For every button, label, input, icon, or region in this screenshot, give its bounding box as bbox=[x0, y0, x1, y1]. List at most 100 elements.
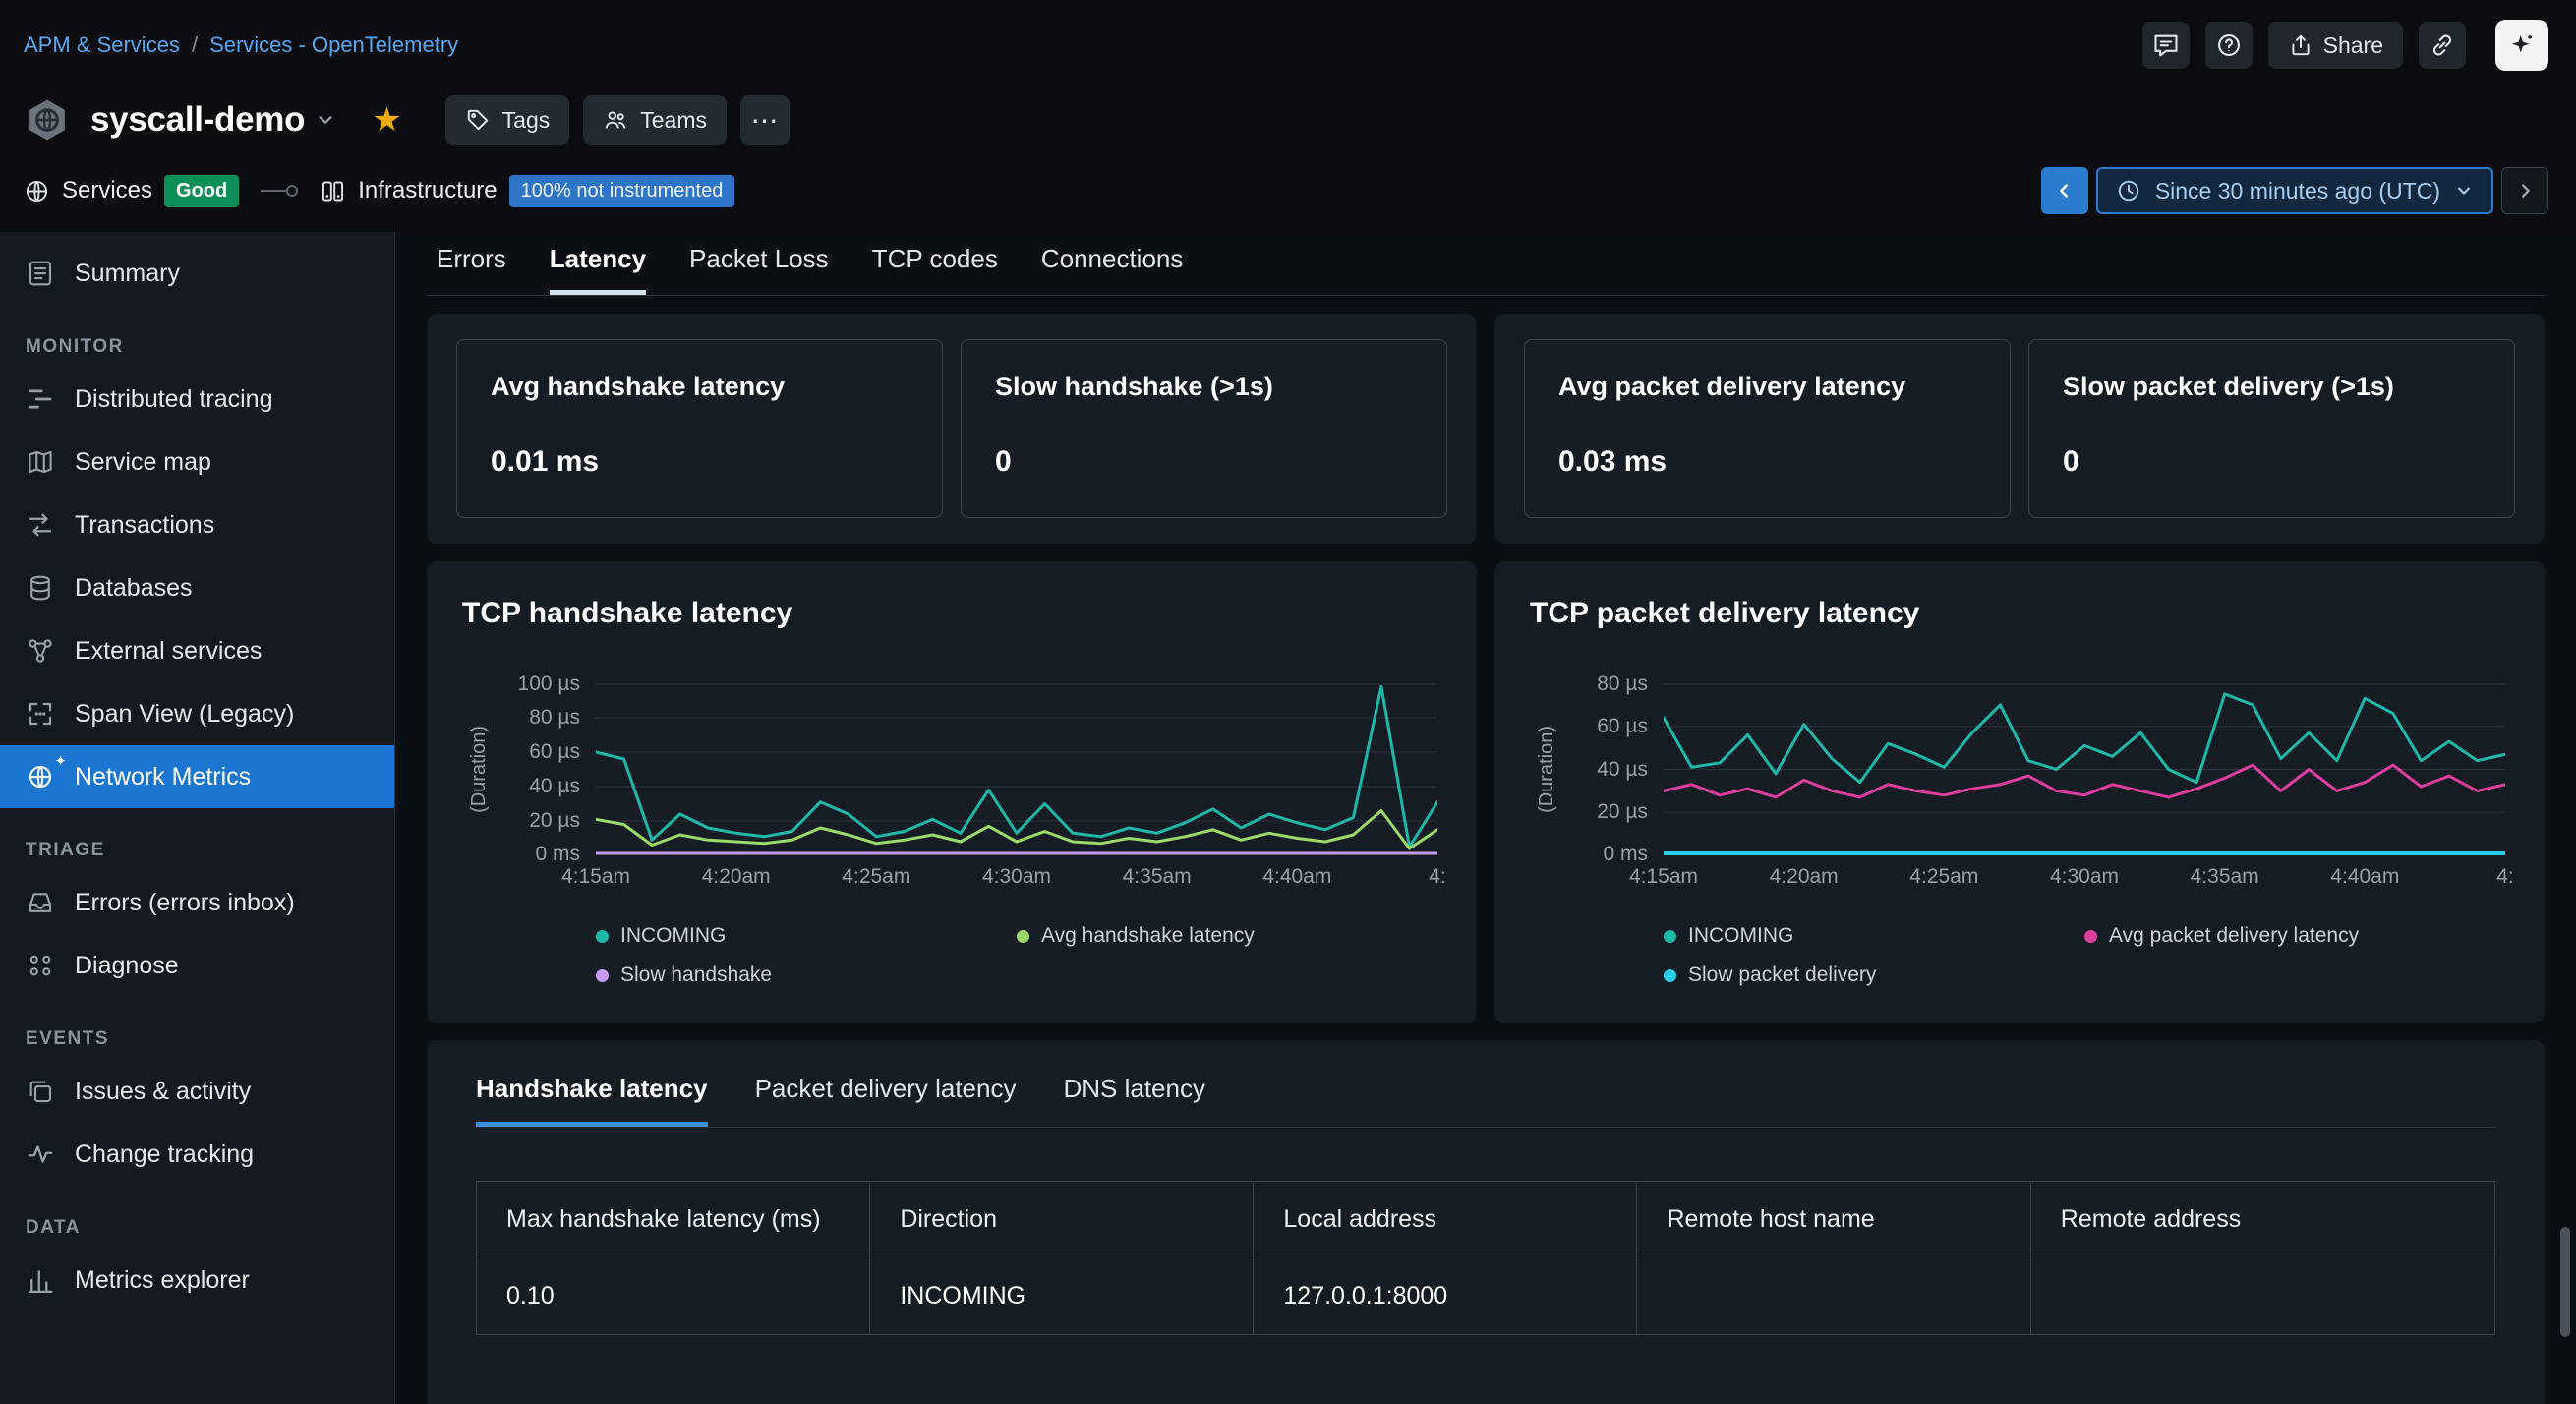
legend-color-dot bbox=[596, 930, 609, 943]
sidebar-item-service-map[interactable]: Service map bbox=[0, 431, 394, 494]
sidebar-item-label: Service map bbox=[75, 448, 211, 477]
sidebar-item-errors-inbox[interactable]: Errors (errors inbox) bbox=[0, 871, 394, 934]
tab-latency[interactable]: Latency bbox=[550, 244, 646, 295]
legend-item-avg-packet-delivery-latency[interactable]: Avg packet delivery latency bbox=[2084, 924, 2505, 948]
main-tabs: Errors Latency Packet Loss TCP codes Con… bbox=[427, 244, 2545, 296]
legend-label: INCOMING bbox=[620, 924, 726, 948]
stat-card-avg-packet-delivery-latency: Avg packet delivery latency 0.03 ms bbox=[1524, 339, 2011, 518]
tags-button-label: Tags bbox=[502, 107, 551, 134]
help-button[interactable] bbox=[2205, 22, 2253, 69]
permalink-button[interactable] bbox=[2419, 22, 2466, 69]
legend-item-slow-packet-delivery[interactable]: Slow packet delivery bbox=[1664, 964, 2084, 987]
breadcrumb-link-services-opentelemetry[interactable]: Services - OpenTelemetry bbox=[209, 32, 458, 58]
x-axis-tick-label: 4:40am bbox=[2330, 865, 2399, 889]
sidebar-item-databases[interactable]: Databases bbox=[0, 556, 394, 619]
legend-color-dot bbox=[2084, 930, 2097, 943]
services-status-group: Services Good bbox=[24, 175, 239, 207]
sidebar-section-monitor: MONITOR bbox=[26, 336, 369, 358]
legend-color-dot bbox=[1664, 930, 1676, 943]
databases-icon bbox=[26, 573, 55, 603]
column-header-local-address[interactable]: Local address bbox=[1254, 1182, 1637, 1258]
diagnose-icon bbox=[26, 951, 55, 980]
column-header-max-handshake-latency[interactable]: Max handshake latency (ms) bbox=[477, 1182, 870, 1258]
sidebar-item-change-tracking[interactable]: Change tracking bbox=[0, 1123, 394, 1186]
legend-item-incoming[interactable]: INCOMING bbox=[1664, 924, 2084, 948]
teams-button[interactable]: Teams bbox=[583, 95, 727, 145]
clock-icon bbox=[2116, 178, 2141, 204]
sidebar-item-summary[interactable]: Summary bbox=[0, 242, 394, 305]
y-axis-tick-label: 20 µs bbox=[529, 809, 580, 833]
tab-dns-latency[interactable]: DNS latency bbox=[1063, 1074, 1205, 1127]
sidebar-item-label: Span View (Legacy) bbox=[75, 700, 294, 729]
x-axis-tick-label: 4: bbox=[2496, 865, 2514, 889]
sidebar-item-issues-activity[interactable]: Issues & activity bbox=[0, 1060, 394, 1123]
y-axis-tick-label: 0 ms bbox=[535, 843, 580, 866]
chart-plot bbox=[1664, 683, 2505, 855]
handshake-latency-table: Max handshake latency (ms) Direction Loc… bbox=[476, 1181, 2495, 1335]
stat-card-slow-packet-delivery: Slow packet delivery (>1s) 0 bbox=[2028, 339, 2515, 518]
tab-errors[interactable]: Errors bbox=[437, 244, 506, 295]
stat-value: 0.03 ms bbox=[1558, 445, 1976, 479]
time-back-button[interactable] bbox=[2041, 167, 2088, 214]
link-icon bbox=[2429, 31, 2456, 59]
sidebar-item-label: Distributed tracing bbox=[75, 385, 272, 414]
sidebar-section-events: EVENTS bbox=[26, 1028, 369, 1050]
sparkle-accent-icon: ✦ bbox=[54, 752, 67, 770]
tab-packet-delivery-latency[interactable]: Packet delivery latency bbox=[755, 1074, 1017, 1127]
column-header-remote-host-name[interactable]: Remote host name bbox=[1637, 1182, 2030, 1258]
tab-packet-loss[interactable]: Packet Loss bbox=[689, 244, 829, 295]
tab-handshake-latency[interactable]: Handshake latency bbox=[476, 1074, 708, 1127]
sidebar-item-external-services[interactable]: External services bbox=[0, 619, 394, 682]
chart-yticks: 0 ms20 µs40 µs60 µs80 µs bbox=[1563, 683, 1664, 855]
chart-plot bbox=[596, 683, 1437, 855]
breadcrumb-link-apm-services[interactable]: APM & Services bbox=[24, 32, 180, 58]
sidebar-item-diagnose[interactable]: Diagnose bbox=[0, 934, 394, 997]
x-axis-tick-label: 4:35am bbox=[2191, 865, 2259, 889]
stat-title: Slow packet delivery (>1s) bbox=[2063, 370, 2481, 404]
sidebar-item-network-metrics[interactable]: ✦ Network Metrics bbox=[0, 745, 394, 808]
sidebar-item-metrics-explorer[interactable]: Metrics explorer bbox=[0, 1249, 394, 1312]
ai-assistant-button[interactable] bbox=[2495, 20, 2548, 71]
scrollbar-thumb[interactable] bbox=[2560, 1227, 2570, 1337]
more-actions-button[interactable]: ⋯ bbox=[740, 95, 790, 145]
topbar-actions: Share bbox=[2142, 20, 2548, 71]
question-icon bbox=[2215, 31, 2243, 59]
share-icon bbox=[2288, 32, 2313, 58]
time-forward-button[interactable] bbox=[2501, 167, 2548, 214]
feedback-button[interactable] bbox=[2142, 22, 2190, 69]
x-axis-tick-label: 4:25am bbox=[1909, 865, 1978, 889]
y-axis-tick-label: 40 µs bbox=[1597, 758, 1648, 782]
chevron-down-icon bbox=[2454, 181, 2474, 201]
column-header-direction[interactable]: Direction bbox=[870, 1182, 1254, 1258]
legend-color-dot bbox=[1017, 930, 1029, 943]
tags-button[interactable]: Tags bbox=[445, 95, 570, 145]
sidebar-item-transactions[interactable]: Transactions bbox=[0, 494, 394, 556]
cell-local-address: 127.0.0.1:8000 bbox=[1254, 1258, 1637, 1335]
chart-xticks: 4:15am4:20am4:25am4:30am4:35am4:40am4: bbox=[596, 855, 1437, 891]
stat-title: Slow handshake (>1s) bbox=[995, 370, 1413, 404]
service-name-dropdown[interactable]: syscall-demo bbox=[90, 100, 305, 140]
sidebar-item-span-view-legacy[interactable]: Span View (Legacy) bbox=[0, 682, 394, 745]
y-axis-label: (Duration) bbox=[1530, 683, 1563, 855]
column-header-remote-address[interactable]: Remote address bbox=[2030, 1182, 2494, 1258]
table-row[interactable]: 0.10 INCOMING 127.0.0.1:8000 bbox=[477, 1258, 2495, 1335]
legend-item-slow-handshake[interactable]: Slow handshake bbox=[596, 964, 1017, 987]
stat-value: 0.01 ms bbox=[491, 445, 908, 479]
favorite-star-icon[interactable]: ★ bbox=[372, 100, 401, 140]
stat-value: 0 bbox=[995, 445, 1413, 479]
y-axis-tick-label: 40 µs bbox=[529, 775, 580, 798]
tab-connections[interactable]: Connections bbox=[1041, 244, 1184, 295]
legend-label: Avg packet delivery latency bbox=[2109, 924, 2359, 948]
latency-details-panel: Handshake latency Packet delivery latenc… bbox=[427, 1040, 2545, 1404]
share-button[interactable]: Share bbox=[2268, 22, 2403, 69]
chevron-down-icon[interactable] bbox=[315, 109, 336, 131]
legend-item-avg-handshake-latency[interactable]: Avg handshake latency bbox=[1017, 924, 1437, 948]
sidebar-item-distributed-tracing[interactable]: Distributed tracing bbox=[0, 368, 394, 431]
stat-card-slow-handshake: Slow handshake (>1s) 0 bbox=[961, 339, 1447, 518]
sidebar-item-label: Metrics explorer bbox=[75, 1266, 250, 1295]
time-range-button[interactable]: Since 30 minutes ago (UTC) bbox=[2096, 167, 2493, 214]
legend-item-incoming[interactable]: INCOMING bbox=[596, 924, 1017, 948]
x-axis-tick-label: 4:15am bbox=[1629, 865, 1698, 889]
cell-direction: INCOMING bbox=[870, 1258, 1254, 1335]
tab-tcp-codes[interactable]: TCP codes bbox=[872, 244, 998, 295]
